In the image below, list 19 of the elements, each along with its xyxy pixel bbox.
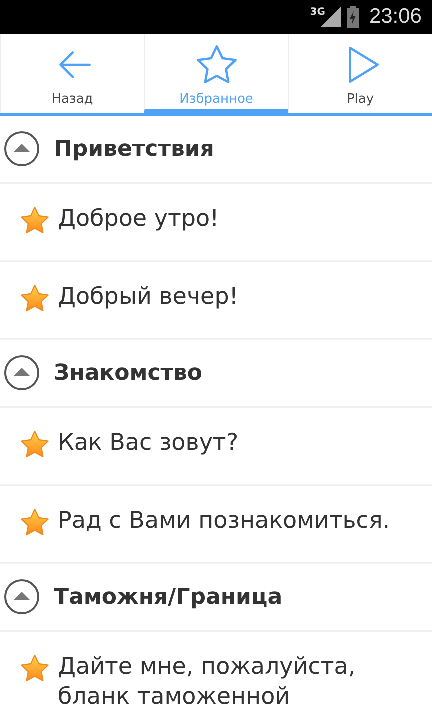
phrase-text[interactable]: Дайте мне, пожалуйста, бланк таможенной xyxy=(58,652,432,712)
section-title[interactable]: Знакомство xyxy=(54,360,203,386)
star-icon[interactable] xyxy=(20,284,50,314)
star-icon[interactable] xyxy=(20,654,50,684)
collapse-icon[interactable] xyxy=(4,355,40,391)
section-title[interactable]: Приветствия xyxy=(54,136,214,162)
section-title[interactable]: Таможня/Граница xyxy=(54,584,283,610)
battery-icon xyxy=(347,6,360,28)
star-icon[interactable] xyxy=(20,508,50,538)
collapse-icon[interactable] xyxy=(4,579,40,615)
phrase-text[interactable]: Доброе утро! xyxy=(58,204,220,234)
phrase-text[interactable]: Добрый вечер! xyxy=(58,282,239,312)
network-label: 3G xyxy=(310,7,326,18)
phrase-text[interactable]: Рад с Вами познакомиться. xyxy=(58,506,390,536)
star-icon[interactable] xyxy=(20,430,50,460)
phrase-text[interactable]: Как Вас зовут? xyxy=(58,428,239,458)
star-icon[interactable] xyxy=(20,206,50,236)
clock-time: 23:06 xyxy=(369,5,422,29)
collapse-icon[interactable] xyxy=(4,131,40,167)
